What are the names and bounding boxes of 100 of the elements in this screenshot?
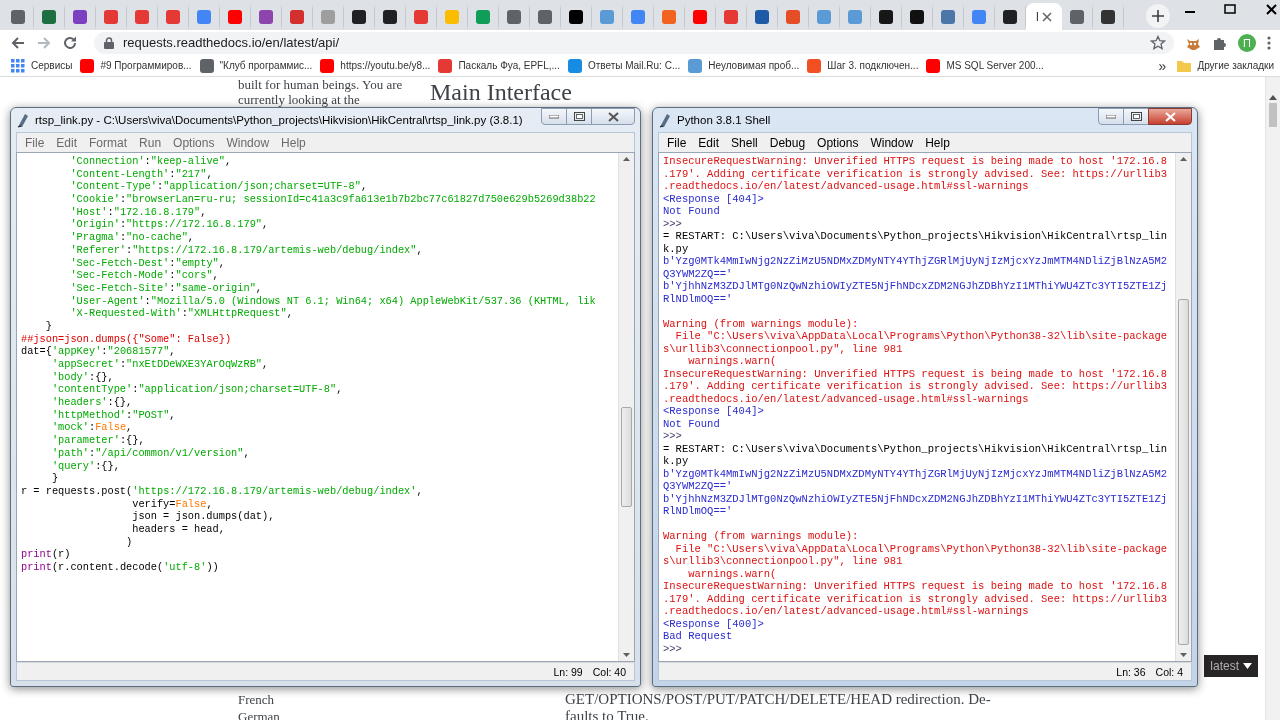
scrollbar[interactable] (1265, 77, 1280, 720)
language-link[interactable]: French (238, 691, 565, 708)
overflow-button[interactable]: » (1158, 57, 1167, 74)
maximize-icon (573, 112, 585, 121)
output-line: Warning (from warnings module): (663, 530, 860, 543)
output-line: .179'. Adding certificate verification is strongly advised. See: https://urllib3 (663, 380, 1169, 393)
code-line: } (44, 319, 53, 333)
code-line: r = requests.post('https://172.16.8.179/artemis-web/debug/index', (21, 484, 424, 498)
close-icon (1164, 111, 1176, 122)
code-line: json = json.dumps(dat), (131, 510, 276, 523)
output-line: Not Found (663, 205, 721, 218)
status-text: Col: 40 (592, 665, 626, 678)
folder-icon (1176, 58, 1193, 73)
code-line: 'Sec-Fetch-Dest':"empty", (69, 256, 226, 270)
status-text: Ln: 36 (1116, 665, 1146, 678)
bookmark[interactable]: Паскаль Фуа, EPFL,... (437, 57, 560, 74)
url-field[interactable]: requests.readthedocs.io/en/latest/api/ (123, 35, 1141, 50)
arrow-down-icon[interactable] (623, 653, 630, 657)
bookmark[interactable]: Неуловимая проб... (687, 57, 800, 74)
reload-icon[interactable] (62, 34, 78, 51)
code-line: 'Origin':"https://172.16.8.179", (69, 218, 270, 232)
code-line: verify=False, (131, 497, 214, 511)
close-button[interactable] (1148, 108, 1192, 125)
bookmark[interactable]: "Клуб программис... (198, 57, 313, 74)
code-line: 'appSecret':"nxEtDDeWXE3YArOqWzRB", (50, 358, 270, 371)
sidebar-text: built for human beings. You are (238, 77, 404, 92)
output-line: b'Yzg0MTk4MmIwNjg2NzZiMzU5NDMxZDMyNTY4YThjZGRlMjUyNjIzMjcxYzJmMTM4NDliZjBlNzA5M2 (663, 467, 1169, 480)
version-button[interactable]: latest (1204, 655, 1258, 677)
menu-item[interactable]: Window (864, 135, 920, 150)
menu-item[interactable]: Debug (763, 135, 812, 150)
maximize-icon (1130, 112, 1142, 121)
bookmark[interactable]: https://youtu.be/y8... (319, 57, 431, 74)
output-line: <Response [404]> (663, 405, 765, 418)
new-tab-button[interactable] (1146, 4, 1170, 28)
code-line: 'Connection':"keep-alive", (69, 155, 233, 168)
bookmark-folder[interactable]: Другие закладки (1176, 58, 1274, 73)
star-icon[interactable] (1150, 34, 1166, 51)
app-icon (16, 112, 30, 128)
output-line: Bad Request (663, 630, 734, 643)
code-line: 'Content-Length':"217", (69, 167, 214, 181)
output-line: k.py (663, 242, 690, 255)
code-line: 'Referer':"https://172.16.8.179/artemis-web/debug/index", (69, 243, 424, 257)
output-line: RlNDlmOQ==' (663, 505, 734, 518)
sidebar-text: currently looking at the (238, 92, 361, 107)
output-line: b'YjhhNzM3ZDJlMTg0NzQwNzhiOWIyZTE5NjFhNDcxZDM2NGJhZDBhYzI1MThiYWU4ZTc3YTI5ZTE1Zj (663, 280, 1169, 293)
menu-item[interactable]: Shell (725, 135, 764, 150)
status-text: Ln: 99 (553, 665, 583, 678)
body-text: GET/OPTIONS/POST/PUT/PATCH/DELETE/HEAD redirection. De- (565, 691, 992, 708)
maximize-button[interactable] (1123, 108, 1149, 125)
bookmark[interactable]: Ответы Mail.Ru: С... (566, 57, 681, 74)
scrollbar-thumb[interactable] (1269, 103, 1277, 127)
scrollbar-thumb[interactable] (621, 407, 632, 508)
arrow-up-icon[interactable] (1180, 157, 1187, 161)
menu-item[interactable]: Options (811, 135, 865, 150)
scrollbar[interactable] (1175, 153, 1191, 661)
caret-icon (1243, 663, 1252, 669)
window-title: rtsp_link.py - C:\Users\viva\Documents\Python_projects\Hikvision\HikCentral\rtsp_link.py (3.8.1) (35, 114, 524, 126)
output-line: InsecureRequestWarning: Unverified HTTPS request is being made to host '172.16.8 (663, 367, 1169, 380)
code-line: 'parameter':{}, (50, 434, 146, 447)
output-line: b'Yzg0MTk4MmIwNjg2NzZiMzU5NDMxZDMyNTY4YThjZGRlMjUyNjIzMjcxYzJmMTM4NDliZjBlNzA5M2 (663, 255, 1169, 268)
arrow-down-icon[interactable] (1180, 653, 1187, 657)
bookmark[interactable]: MS SQL Server 200... (925, 57, 1044, 74)
code-line: 'Pragma':"no-cache", (69, 231, 196, 244)
output-line: InsecureRequestWarning: Unverified HTTPS request is being made to host '172.16.8 (663, 155, 1169, 168)
output-line: = RESTART: C:\Users\viva\Documents\Python_projects\Hikvision\HikCentral\rtsp_lin (663, 230, 1169, 243)
output-line: Warning (from warnings module): (663, 317, 860, 330)
bookmark[interactable]: Шаг 3. подключен... (806, 57, 919, 74)
app-icon (658, 112, 672, 128)
arrow-up-icon[interactable] (623, 157, 630, 161)
window-title: Python 3.8.1 Shell (677, 114, 772, 126)
code-line: 'Host':"172.16.8.179", (69, 205, 208, 219)
code-line: ##json=json.dumps({"Some": False}) (21, 332, 233, 346)
code-line: 'X-Requested-With':"XMLHttpRequest", (69, 307, 294, 320)
output-line: Not Found (663, 417, 721, 430)
menu-item[interactable]: Help (919, 135, 956, 150)
output-line: .readthedocs.io/en/latest/advanced-usage.html#ssl-warnings (663, 392, 1030, 405)
shell-prompt: >>> (663, 430, 683, 443)
code-line: 'Sec-Fetch-Mode':"cors", (69, 269, 220, 282)
scrollbar-thumb[interactable] (1178, 298, 1189, 646)
code-line: 'Cookie':"browserLan=ru-ru; sessionId=c41a3c9fa613e1b7b2bc77c61827d750e629b5269d38b22 (69, 193, 597, 206)
code-line: 'contentType':"application/json;charset=UTF-8", (50, 383, 344, 397)
close-icon[interactable] (1042, 11, 1053, 22)
output-line: .readthedocs.io/en/latest/advanced-usage.html#ssl-warnings (663, 180, 1030, 193)
menu-item[interactable]: Edit (692, 135, 726, 150)
output-line: = RESTART: C:\Users\viva\Documents\Python_projects\Hikvision\HikCentral\rtsp_lin (663, 442, 1169, 455)
bookmark[interactable]: Сервисы (10, 57, 73, 74)
arrow-up-icon[interactable] (1269, 95, 1277, 100)
code-line: 'headers':{}, (50, 396, 134, 409)
output-line: k.py (663, 455, 690, 468)
code-line: headers = head, (131, 522, 226, 536)
menu-icon[interactable] (1266, 34, 1272, 51)
bookmark[interactable]: #9 Программиров... (79, 57, 192, 74)
output-line: warnings.warn( (687, 567, 778, 580)
code-line: 'httpMethod':"POST", (50, 408, 177, 422)
browser-tab[interactable]: I (1026, 3, 1062, 30)
output-line: .179'. Adding certificate verification is strongly advised. See: https://urllib3 (663, 592, 1169, 605)
plus-icon (1152, 10, 1164, 22)
output-line: b'YjhhNzM3ZDJlMTg0NzQwNzhiOWIyZTE5NjFhNDcxZDM2NGJhZDBhYzI1MThiYWU4ZTc3YTI5ZTE1Zj (663, 492, 1169, 505)
back-icon[interactable] (10, 34, 26, 51)
menu-item[interactable]: File (661, 135, 693, 150)
